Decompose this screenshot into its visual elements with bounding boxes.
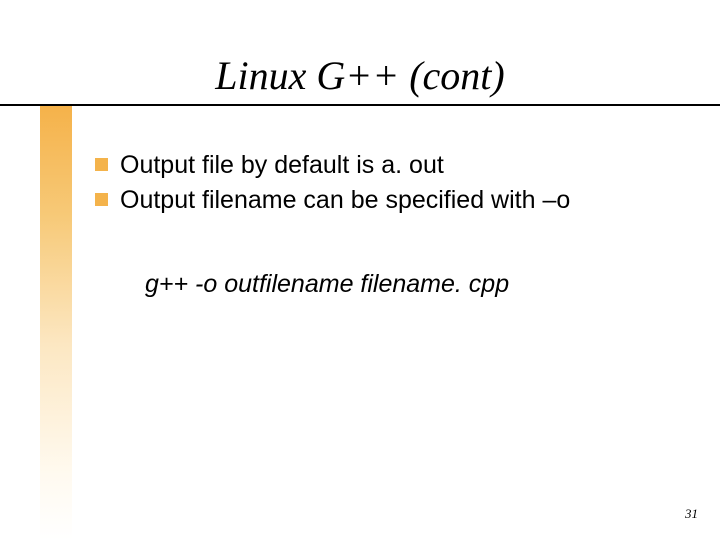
bullet-list: Output file by default is a. out Output …	[95, 150, 685, 221]
page-number: 31	[685, 506, 698, 522]
square-bullet-icon	[95, 158, 108, 171]
side-accent-bar	[40, 106, 72, 540]
list-item: Output file by default is a. out	[95, 150, 685, 181]
slide-title: Linux G++ (cont)	[0, 52, 720, 99]
title-underline	[0, 104, 720, 106]
list-item: Output filename can be specified with –o	[95, 185, 685, 216]
square-bullet-icon	[95, 193, 108, 206]
bullet-text: Output filename can be specified with –o	[120, 185, 570, 216]
bullet-text: Output file by default is a. out	[120, 150, 444, 181]
command-example: g++ -o outfilename filename. cpp	[145, 270, 509, 299]
